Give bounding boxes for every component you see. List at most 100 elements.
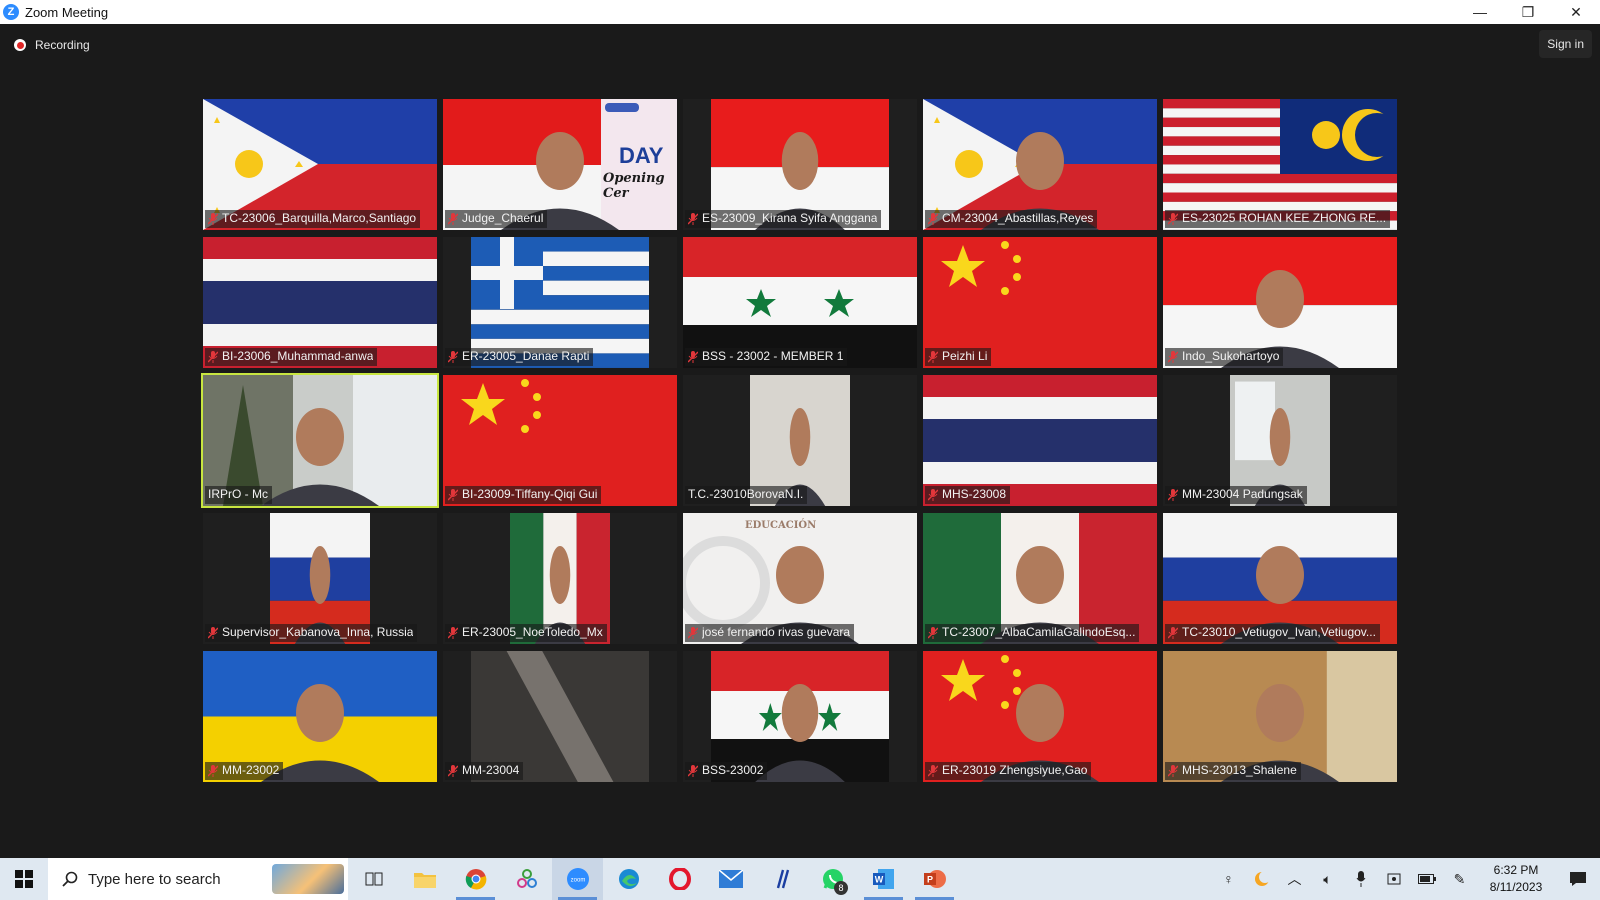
search-placeholder: Type here to search [88,870,221,888]
zoom-icon: zoom [566,867,590,891]
participant-name: CM-23004_Abastillas,Reyes [942,211,1094,225]
taskbar-app-opera[interactable] [654,858,705,900]
muted-mic-icon [928,626,938,639]
battery-icon[interactable] [1410,858,1443,900]
clock-date: 8/11/2023 [1489,880,1543,894]
taskbar-app-mail[interactable] [705,858,756,900]
participant-tile[interactable]: TC-23006_Barquilla,Marco,Santiago [203,99,437,230]
restore-button[interactable]: ❐ [1504,0,1552,24]
participant-tile[interactable]: Indo_Sukohartoyo [1163,237,1397,368]
participant-tile[interactable]: ES-23025 ROHAN KEE ZHONG RE... [1163,99,1397,230]
camera-icon[interactable] [1377,858,1410,900]
recording-indicator[interactable]: Recording [14,38,90,52]
search-highlight-image [272,864,344,894]
sign-in-button[interactable]: Sign in [1539,30,1592,58]
participant-name: BI-23006_Muhammad-anwa [222,349,374,363]
participant-name: MHS-23008 [942,487,1007,501]
participant-nameplate: BI-23006_Muhammad-anwa [205,348,378,366]
taskbar-app-task-view[interactable] [348,858,399,900]
participant-tile[interactable]: ES-23009_Kirana Syifa Anggana [683,99,917,230]
taskbar-app-powerpoint[interactable]: P [909,858,960,900]
taskbar-app-pinned-app[interactable] [501,858,552,900]
chevron-up-icon[interactable]: ︿ [1278,858,1311,900]
participant-name: T.C.-23010BorovaN.I. [688,487,804,501]
muted-mic-icon [928,764,938,777]
taskbar-app-zoom[interactable]: zoom [552,858,603,900]
muted-mic-icon [448,764,458,777]
participant-tile[interactable]: Peizhi Li [923,237,1157,368]
notifications-button[interactable] [1556,858,1600,900]
taskbar-app-chrome[interactable] [450,858,501,900]
participant-tile[interactable]: MM-23004 [443,651,677,782]
taskbar-clock[interactable]: 6:32 PM 8/11/2023 [1476,862,1556,896]
participant-tile[interactable]: MHS-23008 [923,375,1157,506]
weather-icon[interactable] [1245,858,1278,900]
participant-name: ES-23025 ROHAN KEE ZHONG RE... [1182,211,1387,225]
participant-nameplate: MHS-23008 [925,486,1011,504]
opera-icon [668,868,691,890]
file-explorer-icon [413,870,436,888]
microphone-icon[interactable] [1344,858,1377,900]
muted-mic-icon [1168,350,1178,363]
taskbar-app-whatsapp[interactable]: 8 [807,858,858,900]
participant-name: ER-23019 Zhengsiyue,Gao [942,763,1088,777]
participant-tile[interactable]: MHS-23013_Shalene [1163,651,1397,782]
participant-tile[interactable]: CM-23004_Abastillas,Reyes [923,99,1157,230]
muted-mic-icon [208,764,218,777]
start-button[interactable] [0,858,48,900]
participant-tile[interactable]: Supervisor_Kabanova_Inna, Russia [203,513,437,644]
participant-tile[interactable]: ER-23019 Zhengsiyue,Gao [923,651,1157,782]
participant-tile[interactable]: BSS - 23002 - MEMBER 1 [683,237,917,368]
participant-name: MHS-23013_Shalene [1182,763,1297,777]
muted-mic-icon [208,350,218,363]
system-tray: ♀ ︿ 🔈︎ ✎ 6:32 PM 8/11/2023 [1212,858,1600,900]
participant-tile[interactable]: ER-23005_Danae Rapti [443,237,677,368]
participant-nameplate: Indo_Sukohartoyo [1165,348,1284,366]
minimize-button[interactable]: — [1456,0,1504,24]
taskbar-app-slash-app[interactable] [756,858,807,900]
word-icon: W [872,868,895,890]
participant-nameplate: BSS-23002 [685,762,768,780]
close-button[interactable]: ✕ [1552,0,1600,24]
participant-tile[interactable]: T.C.-23010BorovaN.I. [683,375,917,506]
participant-name: MM-23004 [462,763,520,777]
participant-nameplate: Judge_Chaerul [445,210,548,228]
participant-name: TC-23010_Vetiugov_Ivan,Vetiugov... [1182,625,1376,639]
pinned-app-icon [516,868,538,890]
zoom-logo-icon: Z [3,4,19,20]
participant-tile[interactable]: ER-23005_NoeToledo_Mx [443,513,677,644]
participant-tile[interactable]: EDUCACIÓN josé fernando rivas guevara [683,513,917,644]
video-gallery: TC-23006_Barquilla,Marco,Santiago DAY Op… [201,99,1399,782]
muted-mic-icon [928,488,938,501]
participant-nameplate: TC-23006_Barquilla,Marco,Santiago [205,210,421,228]
speaker-icon[interactable]: 🔈︎ [1311,858,1344,900]
taskbar-search-box[interactable]: Type here to search [48,858,348,900]
participant-nameplate: ES-23009_Kirana Syifa Anggana [685,210,882,228]
participant-tile[interactable]: DAY Opening Cer Judge_Chaerul [443,99,677,230]
participant-tile[interactable]: BI-23009-Tiffany-Qiqi Gui [443,375,677,506]
participant-tile[interactable]: MM-23004 Padungsak [1163,375,1397,506]
participant-tile[interactable]: BSS-23002 [683,651,917,782]
participant-nameplate: MHS-23013_Shalene [1165,762,1301,780]
pen-icon[interactable]: ✎ [1443,858,1476,900]
participant-tile[interactable]: MM-23002 [203,651,437,782]
participant-nameplate: CM-23004_Abastillas,Reyes [925,210,1098,228]
muted-mic-icon [448,626,458,639]
participant-nameplate: MM-23004 [445,762,524,780]
taskbar-app-file-explorer[interactable] [399,858,450,900]
people-icon[interactable]: ♀ [1212,858,1245,900]
participant-tile[interactable]: TC-23007_AlbaCamilaGalindoEsq... [923,513,1157,644]
recording-label: Recording [35,38,90,52]
slash-app-icon [771,868,793,890]
participant-tile[interactable]: IRPrO - Mc [201,373,439,508]
participant-nameplate: TC-23007_AlbaCamilaGalindoEsq... [925,624,1140,642]
participant-tile[interactable]: BI-23006_Muhammad-anwa [203,237,437,368]
poster-title: DAY [619,143,664,168]
participant-tile[interactable]: TC-23010_Vetiugov_Ivan,Vetiugov... [1163,513,1397,644]
muted-mic-icon [928,350,938,363]
notification-icon [1570,872,1586,886]
participant-name: TC-23006_Barquilla,Marco,Santiago [222,211,417,225]
muted-mic-icon [688,350,698,363]
taskbar-app-edge[interactable] [603,858,654,900]
taskbar-app-word[interactable]: W [858,858,909,900]
